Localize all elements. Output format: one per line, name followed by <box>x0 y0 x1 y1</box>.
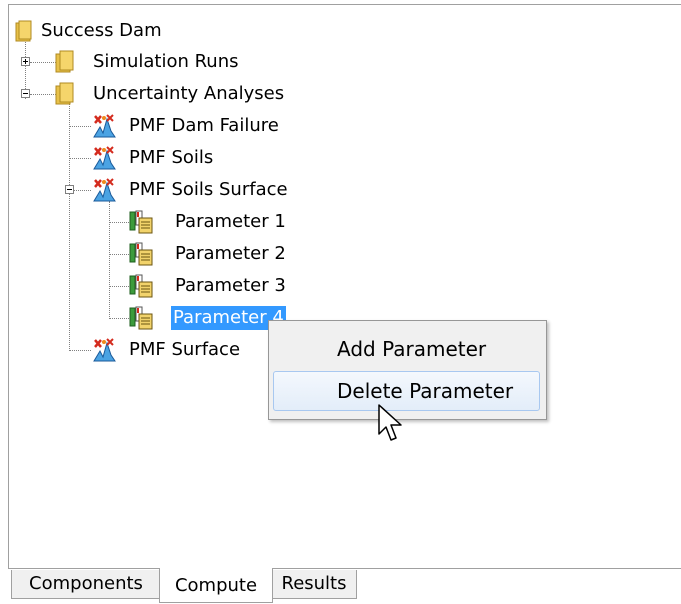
watershed-explorer-tree: Success Dam Simulation Runs Uncertainty … <box>8 4 681 569</box>
tree-connector <box>69 350 91 351</box>
tree-connector <box>30 62 56 63</box>
tab-label: Results <box>281 573 347 594</box>
tree-connector <box>69 103 70 351</box>
tree-node-success-dam[interactable]: Success Dam <box>15 19 215 43</box>
parameter-icon <box>129 242 153 266</box>
tree-node-pmf-soils-surface[interactable]: PMF Soils Surface <box>91 178 331 202</box>
folder-icon <box>55 50 74 73</box>
tree-connector <box>109 222 129 223</box>
tab-label: Components <box>29 573 143 594</box>
tab-label: Compute <box>174 575 258 596</box>
uncertainty-analysis-icon <box>93 178 116 202</box>
tree-node-label: Simulation Runs <box>93 51 239 72</box>
uncertainty-analysis-icon <box>93 338 116 362</box>
tree-node-label: Success Dam <box>41 20 162 41</box>
menu-item-label: Delete Parameter <box>337 379 514 403</box>
mouse-pointer-icon <box>378 404 402 441</box>
tab-bar: Components Compute Results <box>8 568 681 603</box>
tab-divider <box>8 568 681 569</box>
tab-compute[interactable]: Compute <box>159 568 273 603</box>
tree-node-label: PMF Dam Failure <box>129 115 279 136</box>
tree-connector <box>109 318 129 319</box>
tree-node-pmf-dam-failure[interactable]: PMF Dam Failure <box>91 114 311 138</box>
parameter-icon <box>129 274 153 298</box>
tree-node-label: Parameter 3 <box>175 275 286 296</box>
tree-node-label: Uncertainty Analyses <box>93 83 285 104</box>
parameter-icon <box>129 210 153 234</box>
tree-node-uncertainty-analyses[interactable]: Uncertainty Analyses <box>55 82 315 106</box>
uncertainty-analysis-icon <box>93 114 116 138</box>
collapse-minus-icon[interactable] <box>65 185 74 194</box>
uncertainty-analysis-icon <box>93 146 116 170</box>
menu-item-label: Add Parameter <box>337 337 487 361</box>
tree-node-label: Parameter 2 <box>175 243 286 264</box>
delete-parameter-menu-item[interactable]: Delete Parameter <box>273 371 540 411</box>
expand-plus-icon[interactable] <box>21 57 30 66</box>
tree-node-parameter-2[interactable]: Parameter 2 <box>129 242 309 266</box>
folder-icon <box>55 82 74 105</box>
tree-connector <box>109 254 129 255</box>
collapse-minus-icon[interactable] <box>21 89 30 98</box>
tree-connector <box>109 286 129 287</box>
tree-connector <box>109 201 110 319</box>
tree-node-label: PMF Soils Surface <box>129 179 288 200</box>
add-parameter-menu-item[interactable]: Add Parameter <box>273 329 540 369</box>
tree-node-label: PMF Surface <box>129 339 241 360</box>
tree-connector <box>69 158 91 159</box>
tree-node-simulation-runs[interactable]: Simulation Runs <box>55 50 275 74</box>
tree-node-pmf-soils[interactable]: PMF Soils <box>91 146 271 170</box>
tree-node-label: Parameter 1 <box>175 211 286 232</box>
tree-connector <box>74 190 91 191</box>
tree-node-parameter-3[interactable]: Parameter 3 <box>129 274 309 298</box>
parameter-icon <box>129 306 153 330</box>
tree-node-label: PMF Soils <box>129 147 214 168</box>
tree-node-pmf-surface[interactable]: PMF Surface <box>91 338 291 362</box>
tree-node-parameter-1[interactable]: Parameter 1 <box>129 210 309 234</box>
tree-connector <box>30 94 56 95</box>
tree-connector <box>69 126 91 127</box>
folder-icon <box>15 20 32 42</box>
tab-components[interactable]: Components <box>11 570 161 599</box>
tab-results[interactable]: Results <box>271 570 357 599</box>
context-menu: Add Parameter Delete Parameter <box>268 320 547 420</box>
